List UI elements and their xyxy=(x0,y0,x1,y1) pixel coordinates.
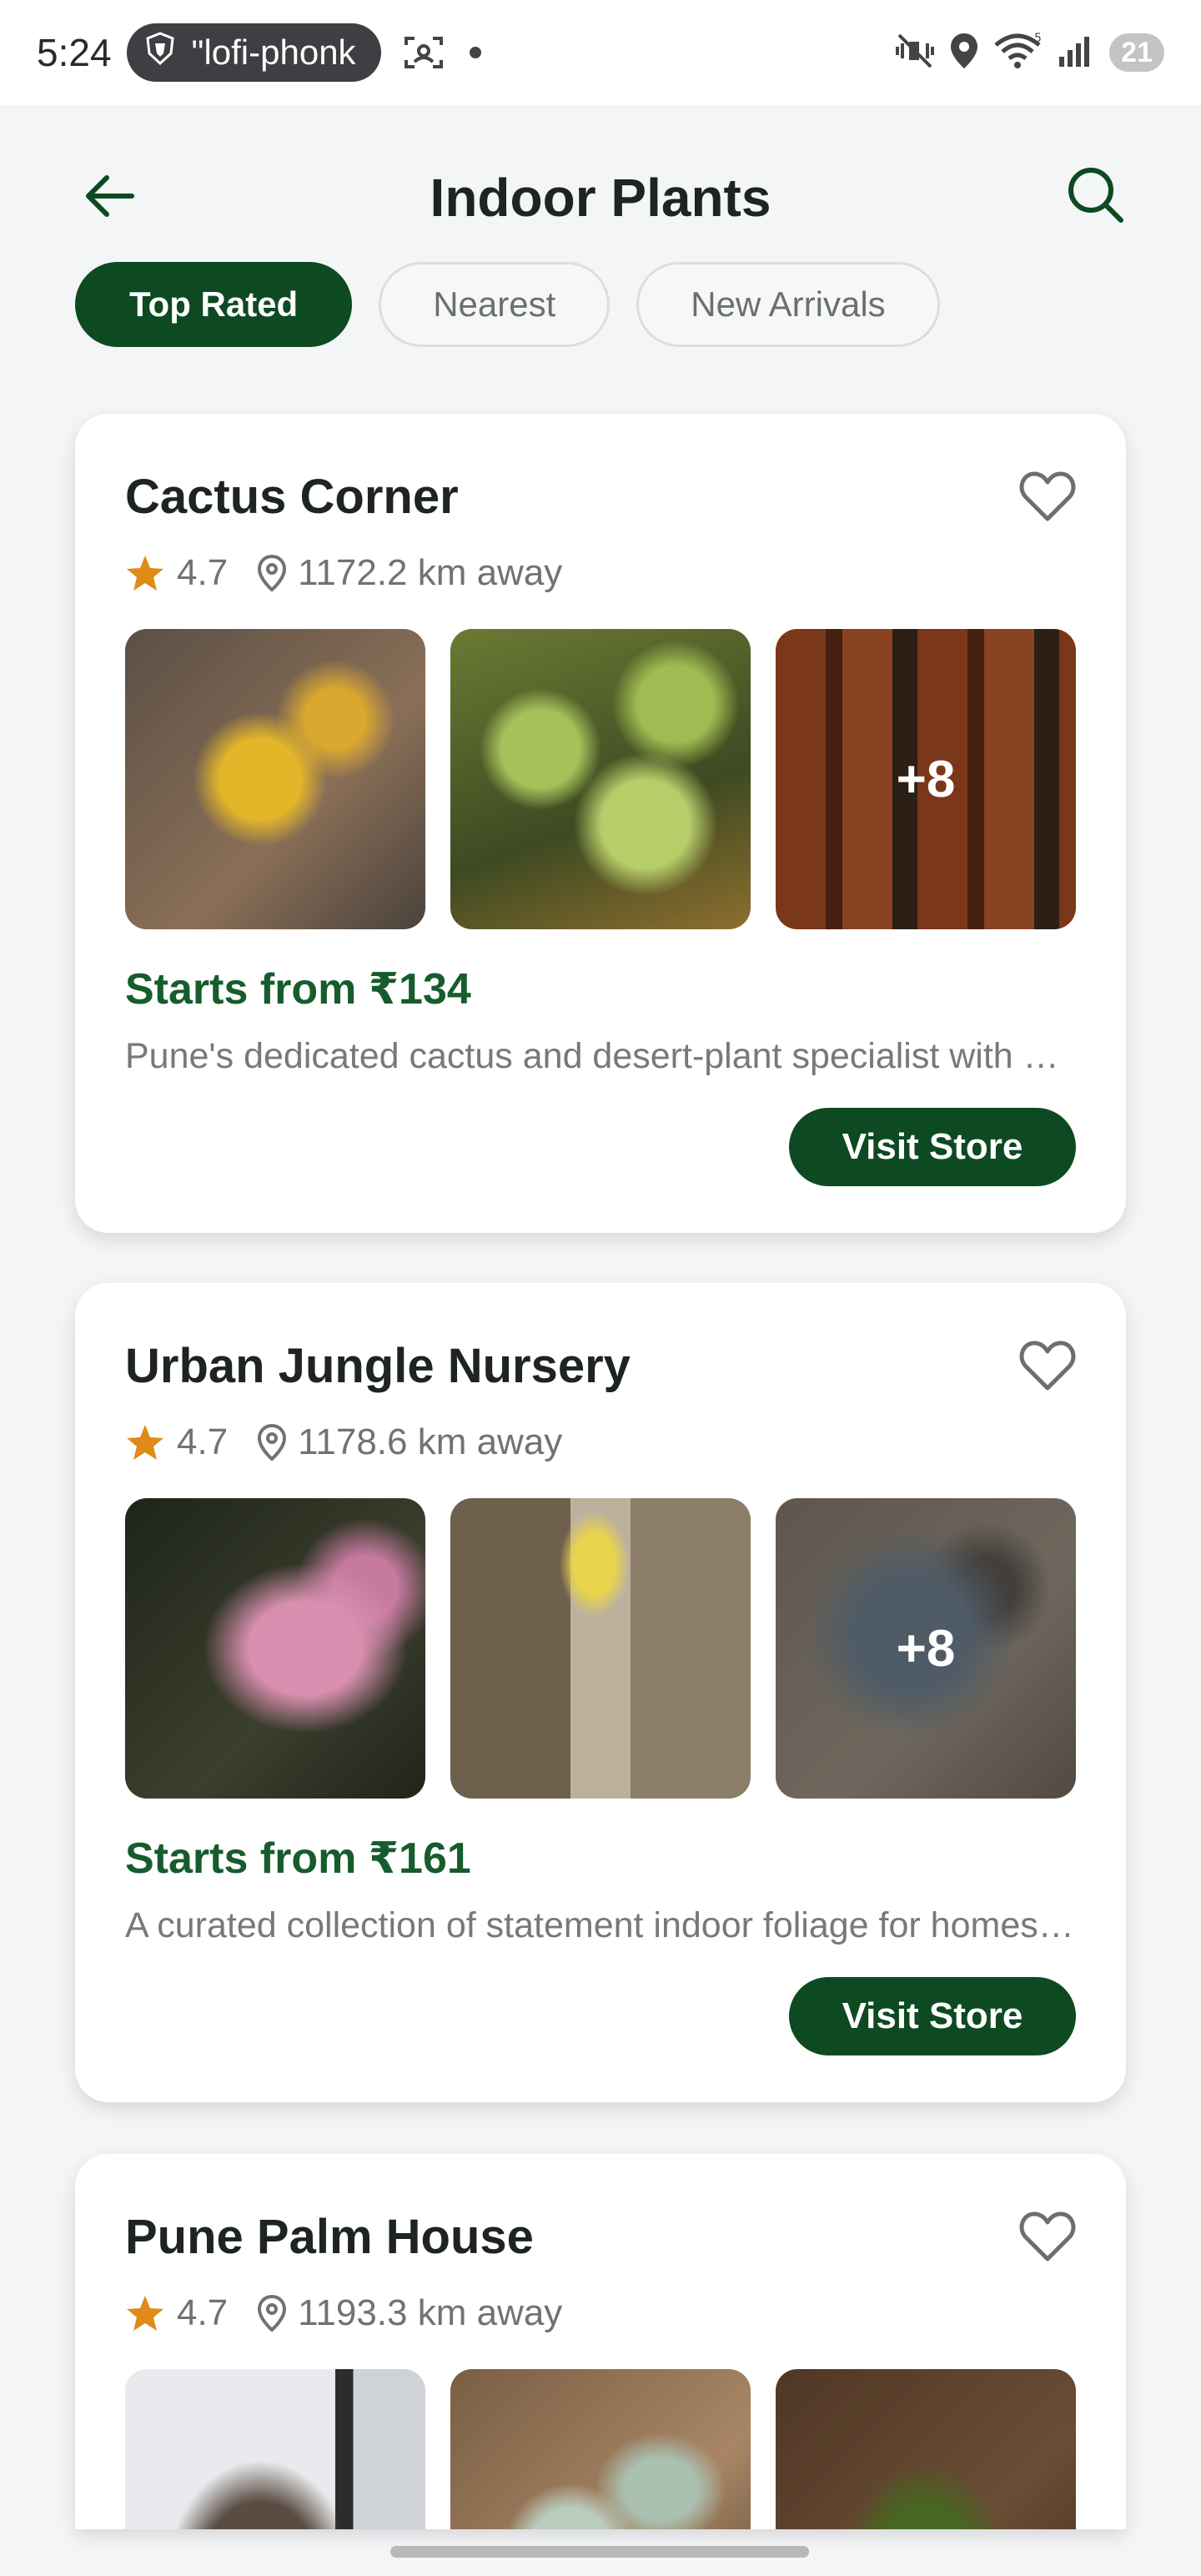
filter-chip-new-arrivals[interactable]: New Arrivals xyxy=(636,262,940,347)
filter-chip-top-rated[interactable]: Top Rated xyxy=(75,262,353,347)
filter-chip-nearest[interactable]: Nearest xyxy=(379,262,611,347)
filter-chips: Top Rated Nearest New Arrivals xyxy=(75,262,940,347)
favorite-button[interactable] xyxy=(1019,2211,1076,2262)
store-meta: 4.7 1193.3 km away xyxy=(125,2292,562,2334)
starting-price: Starts from ₹134 xyxy=(125,965,471,1014)
favorite-button[interactable] xyxy=(1019,1340,1076,1391)
location-pin-icon xyxy=(258,554,287,592)
battery-indicator: 21 xyxy=(1109,33,1164,72)
signal-icon xyxy=(1058,32,1096,74)
favorite-button[interactable] xyxy=(1019,470,1076,522)
location-pin-icon xyxy=(258,1423,287,1462)
store-rating: 4.7 xyxy=(177,552,229,593)
star-icon xyxy=(127,2296,163,2331)
heart-icon xyxy=(1019,1341,1076,1391)
store-name: Cactus Corner xyxy=(125,470,459,524)
more-photos-count: +8 xyxy=(776,2369,1076,2529)
svg-text:5: 5 xyxy=(1034,32,1042,45)
location-icon xyxy=(949,32,979,74)
location-pin-icon xyxy=(258,2294,287,2332)
media-notification-pill[interactable]: "lofi-phonk xyxy=(126,23,381,82)
search-icon xyxy=(1068,168,1123,223)
brave-shield-icon xyxy=(145,32,175,73)
store-thumbnails: +8 xyxy=(125,629,1076,929)
plant-thumbnail[interactable] xyxy=(125,629,425,929)
visit-store-button[interactable]: Visit Store xyxy=(789,1108,1076,1186)
starting-price: Starts from ₹161 xyxy=(125,1834,471,1883)
store-meta: 4.7 1172.2 km away xyxy=(125,552,562,594)
page-title: Indoor Plants xyxy=(430,168,771,228)
more-photos-count: +8 xyxy=(776,629,1076,929)
store-name: Pune Palm House xyxy=(125,2210,534,2264)
status-time: 5:24 xyxy=(37,31,112,74)
plant-thumbnail-more[interactable]: +8 xyxy=(776,629,1076,929)
store-thumbnails: +8 xyxy=(125,1498,1076,1799)
plant-thumbnail[interactable] xyxy=(450,629,751,929)
app-header: Indoor Plants xyxy=(0,105,1201,259)
store-rating: 4.7 xyxy=(177,1421,229,1462)
plant-thumbnail[interactable] xyxy=(450,2369,751,2529)
plant-thumbnail[interactable] xyxy=(125,1498,425,1799)
screenshot-icon xyxy=(403,33,445,72)
store-distance: 1172.2 km away xyxy=(298,552,563,593)
status-bar: 5:24 "lofi-phonk 5 21 xyxy=(0,0,1201,105)
store-card[interactable]: Urban Jungle Nursery 4.7 1178.6 km away … xyxy=(75,1283,1126,2102)
store-meta: 4.7 1178.6 km away xyxy=(125,1421,562,1463)
star-icon xyxy=(127,556,163,591)
visit-store-button[interactable]: Visit Store xyxy=(789,1977,1076,2055)
heart-icon xyxy=(1019,471,1076,521)
more-photos-count: +8 xyxy=(776,1498,1076,1799)
store-rating: 4.7 xyxy=(177,2292,229,2333)
store-card[interactable]: Cactus Corner 4.7 1172.2 km away +8 Star… xyxy=(75,414,1126,1233)
search-button[interactable] xyxy=(1064,164,1126,225)
store-thumbnails: +8 xyxy=(125,2369,1076,2529)
battery-level: 21 xyxy=(1121,36,1153,68)
wifi-icon: 5 xyxy=(992,32,1044,74)
gesture-nav-bar[interactable] xyxy=(390,2546,809,2558)
store-distance: 1178.6 km away xyxy=(298,1421,563,1462)
store-description: A curated collection of statement indoor… xyxy=(125,1905,1076,1945)
plant-thumbnail[interactable] xyxy=(125,2369,425,2529)
vibrate-off-icon xyxy=(894,32,936,74)
store-description: Pune's dedicated cactus and desert-plant… xyxy=(125,1036,1076,1076)
media-title: "lofi-phonk xyxy=(191,33,356,72)
store-card[interactable]: Pune Palm House 4.7 1193.3 km away +8 xyxy=(75,2154,1126,2529)
plant-thumbnail-more[interactable]: +8 xyxy=(776,2369,1076,2529)
star-icon xyxy=(127,1425,163,1460)
notification-dot-icon xyxy=(469,47,481,58)
heart-icon xyxy=(1019,2211,1076,2262)
store-name: Urban Jungle Nursery xyxy=(125,1339,631,1393)
store-distance: 1193.3 km away xyxy=(298,2292,563,2333)
plant-thumbnail-more[interactable]: +8 xyxy=(776,1498,1076,1799)
plant-thumbnail[interactable] xyxy=(450,1498,751,1799)
